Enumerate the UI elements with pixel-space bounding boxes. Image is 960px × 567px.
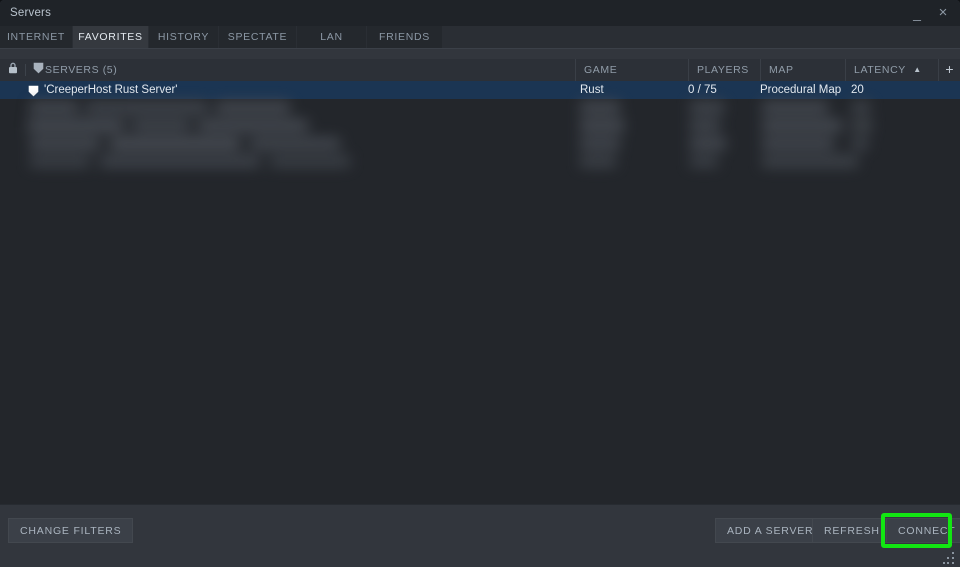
blurred-text bbox=[852, 138, 868, 149]
footer-bar: CHANGE FILTERS ADD A SERVER REFRESH CONN… bbox=[0, 504, 960, 567]
row-server-name: 'CreeperHost Rust Server' bbox=[44, 84, 178, 96]
tab-favorites[interactable]: FAVORITES bbox=[73, 26, 149, 49]
blurred-text bbox=[690, 156, 718, 167]
favorite-shield-icon[interactable] bbox=[33, 61, 44, 79]
tab-spectate[interactable]: SPECTATE bbox=[219, 26, 297, 49]
table-row[interactable]: 'CreeperHost Rust Server' Rust 0 / 75 Pr… bbox=[0, 81, 960, 99]
header-servers-label[interactable]: SERVERS (5) bbox=[45, 59, 575, 81]
tab-strip-filler bbox=[443, 26, 960, 49]
row-game: Rust bbox=[580, 84, 604, 96]
blurred-text bbox=[690, 138, 726, 149]
row-players: 0 / 75 bbox=[688, 84, 717, 96]
blurred-text bbox=[690, 120, 720, 131]
server-list-header: SERVERS (5) GAME PLAYERS MAP LATENCY ▲ + bbox=[0, 59, 960, 81]
blurred-text bbox=[762, 102, 828, 113]
lock-icon[interactable] bbox=[8, 61, 18, 79]
row-latency: 20 bbox=[851, 84, 864, 96]
tab-history[interactable]: HISTORY bbox=[149, 26, 219, 49]
blurred-text bbox=[852, 102, 870, 113]
blurred-text bbox=[762, 156, 858, 167]
close-button[interactable]: × bbox=[932, 0, 954, 26]
blurred-text bbox=[580, 156, 616, 167]
row-map: Procedural Map bbox=[760, 84, 842, 96]
change-filters-button[interactable]: CHANGE FILTERS bbox=[8, 518, 134, 543]
window-titlebar[interactable]: Servers _ × bbox=[0, 0, 960, 26]
blurred-text bbox=[270, 156, 350, 167]
header-icon-group bbox=[8, 59, 44, 81]
blurred-text bbox=[690, 102, 724, 113]
blurred-text bbox=[762, 120, 842, 131]
tab-friends[interactable]: FRIENDS bbox=[367, 26, 443, 49]
header-icon-separator bbox=[25, 64, 26, 76]
blurred-text bbox=[132, 120, 190, 131]
list-item[interactable] bbox=[0, 99, 960, 117]
server-list[interactable]: 'CreeperHost Rust Server' Rust 0 / 75 Pr… bbox=[0, 81, 960, 504]
blurred-text bbox=[28, 120, 124, 131]
blurred-text bbox=[580, 138, 620, 149]
blurred-text bbox=[250, 138, 340, 149]
blurred-text bbox=[100, 156, 260, 167]
blurred-text bbox=[110, 138, 240, 149]
blurred-text bbox=[216, 102, 290, 113]
header-column-map[interactable]: MAP bbox=[760, 59, 845, 81]
blurred-text bbox=[30, 138, 100, 149]
list-item[interactable] bbox=[0, 117, 960, 135]
blurred-text bbox=[198, 120, 308, 131]
list-item[interactable] bbox=[0, 153, 960, 171]
servers-window: Servers _ × INTERNET FAVORITES HISTORY S… bbox=[0, 0, 960, 567]
blurred-text bbox=[580, 102, 620, 113]
header-column-latency-label: LATENCY bbox=[854, 64, 906, 76]
header-column-game[interactable]: GAME bbox=[575, 59, 688, 81]
resize-grip-icon[interactable] bbox=[943, 552, 955, 564]
tab-internet[interactable]: INTERNET bbox=[0, 26, 73, 49]
tab-lan[interactable]: LAN bbox=[297, 26, 367, 49]
header-column-latency[interactable]: LATENCY ▲ bbox=[845, 59, 929, 81]
blurred-text bbox=[762, 138, 834, 149]
tab-strip: INTERNET FAVORITES HISTORY SPECTATE LAN … bbox=[0, 26, 960, 49]
connect-button[interactable]: CONNECT bbox=[886, 518, 960, 543]
sort-ascending-icon: ▲ bbox=[913, 65, 922, 74]
blurred-text bbox=[30, 102, 78, 113]
tab-strip-underline bbox=[0, 48, 960, 49]
blurred-text bbox=[852, 120, 872, 131]
blurred-text bbox=[86, 102, 208, 113]
blurred-text bbox=[580, 120, 624, 131]
add-column-button[interactable]: + bbox=[938, 59, 960, 81]
censored-server-rows[interactable] bbox=[0, 99, 960, 171]
minimize-button[interactable]: _ bbox=[906, 0, 928, 26]
refresh-button[interactable]: REFRESH bbox=[812, 518, 892, 543]
header-column-players[interactable]: PLAYERS bbox=[688, 59, 760, 81]
list-item[interactable] bbox=[0, 135, 960, 153]
window-title: Servers bbox=[10, 7, 52, 19]
add-a-server-button[interactable]: ADD A SERVER bbox=[715, 518, 826, 543]
blurred-text bbox=[30, 156, 90, 167]
